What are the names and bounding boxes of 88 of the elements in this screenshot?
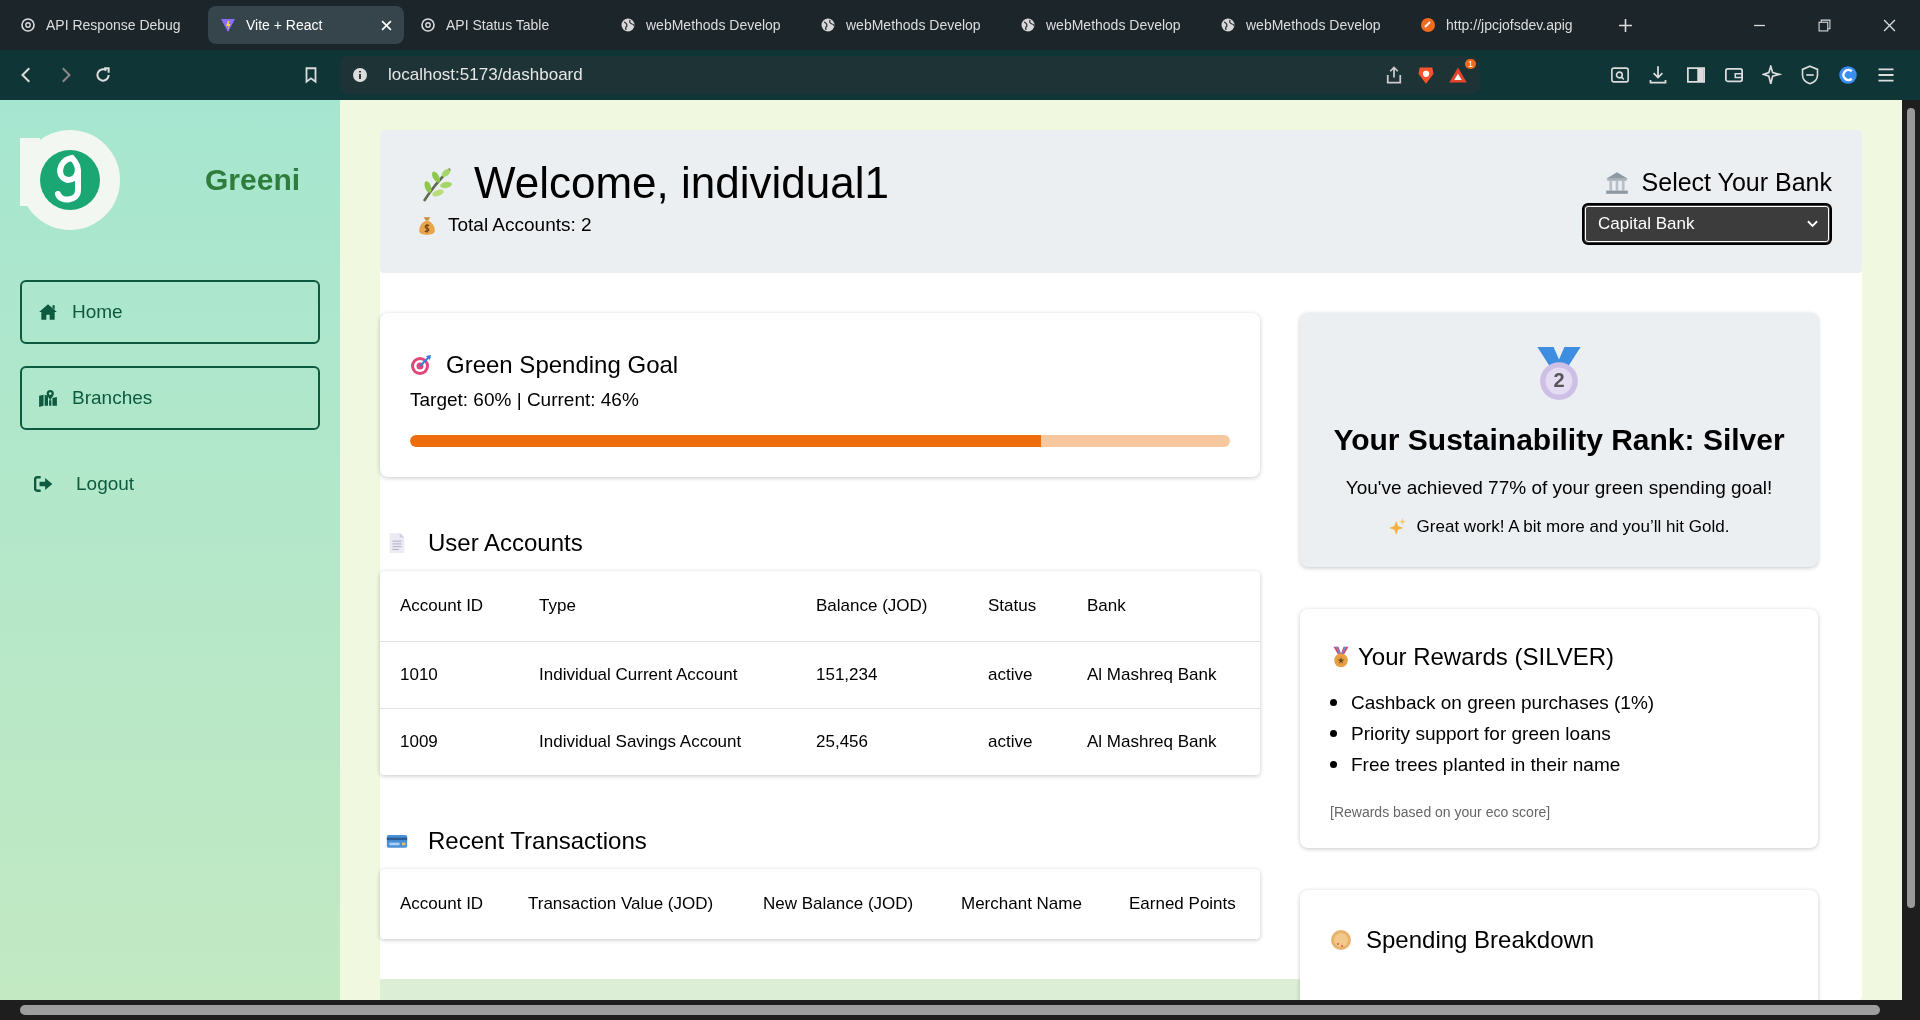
money-bag-icon [416,214,438,236]
column-header: Status [988,596,1038,616]
goal-title: Green Spending Goal [446,351,679,379]
reward-item: Priority support for green loans [1351,722,1611,745]
column-header: New Balance (JOD) [763,894,915,914]
bullet-icon [1330,699,1337,706]
globe-icon [820,17,836,33]
swirl-icon [420,17,436,33]
bank-dropdown[interactable]: Capital Bank [1582,203,1832,245]
sparkle-icon[interactable] [1762,65,1782,85]
table-cell-text: Al Mashreq Bank [1087,732,1218,752]
menu-icon[interactable] [1876,65,1896,85]
brand-name: Greeni [205,163,301,197]
table-cell-text: Al Mashreq Bank [1087,665,1218,685]
goal-summary: Target: 60% | Current: 46% [410,389,640,411]
search-icon[interactable] [1610,65,1630,85]
table-cell-text: Individual Current Account [539,665,739,685]
reward-item: Free trees planted in their name [1351,753,1621,776]
column-header: Transaction Value (JOD) [528,894,715,914]
bullet-icon [1330,730,1337,737]
swirl-icon [20,17,36,33]
globe-icon [1220,17,1236,33]
download-icon[interactable] [1648,65,1668,85]
wallet-icon[interactable] [1724,65,1744,85]
reward-item: Cashback on green purchases (1%) [1351,691,1655,714]
welcome-title: Welcome, individual1 [474,158,889,208]
rank-title: Your Sustainability Rank: Silver [1333,423,1785,457]
slash-circle-icon [1420,17,1436,33]
column-header: Account ID [400,596,485,616]
home-icon [38,303,58,321]
triangle-bolt-icon [220,17,236,33]
share-icon[interactable] [1384,65,1404,85]
table-cell-text: active [988,665,1034,685]
column-header: Type [539,596,577,616]
target-icon [410,354,432,376]
notification-badge: 1 [1465,59,1476,69]
bank-label: Select Your Bank [1641,168,1832,197]
browser-tab[interactable]: Vite + React [208,6,404,44]
column-header: Earned Points [1129,894,1237,914]
section-title: User Accounts [428,529,583,557]
rewards-note: [Rewards based on your eco score] [1330,804,1552,820]
browser-tab[interactable]: webMethods Develop [608,6,804,44]
browser-tab[interactable]: API Response Debug [8,6,204,44]
table-cell-text: active [988,732,1034,752]
column-header: Account ID [400,894,485,914]
table-cell-text: 25,456 [816,732,869,752]
column-header: Balance (JOD) [816,596,929,616]
table-cell-text: 1010 [400,665,439,685]
triangle-icon[interactable] [1448,65,1468,85]
browser-tab[interactable]: webMethods Develop [808,6,1004,44]
column-header: Bank [1087,596,1127,616]
restore-icon[interactable] [1818,18,1831,32]
total-accounts: Total Accounts: 2 [448,214,592,236]
sidebar-icon[interactable] [1686,65,1706,85]
nav-link[interactable]: Logout [20,452,320,516]
rewards-title: Your Rewards (SILVER) [1358,643,1615,671]
map-pin-icon [38,389,58,407]
chevron-down-icon [1807,220,1818,228]
scrollbar[interactable] [1902,100,1920,1000]
globe-icon [620,17,636,33]
bullet-icon [1330,761,1337,768]
browser-tab[interactable]: http://jpcjofsdev.apig [1408,6,1604,44]
new-tab-icon[interactable] [1618,17,1633,33]
info-icon [352,67,368,83]
browser-tab[interactable]: webMethods Develop [1208,6,1404,44]
close-icon[interactable] [1883,18,1896,32]
sign-out-icon [34,475,54,493]
section-title: Recent Transactions [428,827,647,855]
rank-tip: Great work! A bit more and you’ll hit Gold. [1416,517,1730,537]
reload-icon[interactable] [94,66,112,84]
table-cell-text: Individual Savings Account [539,732,743,752]
rank-message: You've achieved 77% of your green spending goal! [1345,477,1773,499]
bank-icon [1603,169,1630,196]
spending-title: Spending Breakdown [1366,926,1595,954]
cookie-icon [1330,929,1352,951]
nav-link[interactable]: Branches [20,366,320,430]
address-bar[interactable]: localhost:5173/dashboard 1 [340,56,1480,94]
nav-link[interactable]: Home [20,280,320,344]
profile-icon[interactable] [1838,65,1858,85]
globe-icon [1020,17,1036,33]
shield-icon[interactable] [1800,65,1820,85]
table-cell-text: 151,234 [816,665,879,685]
browser-tab[interactable]: webMethods Develop [1008,6,1204,44]
column-header: Merchant Name [961,894,1083,914]
table-cell-text: 1009 [400,732,439,752]
sparkles-icon [1388,518,1407,536]
browser-tab[interactable]: API Status Table [408,6,604,44]
scrollbar[interactable] [0,1000,1920,1020]
